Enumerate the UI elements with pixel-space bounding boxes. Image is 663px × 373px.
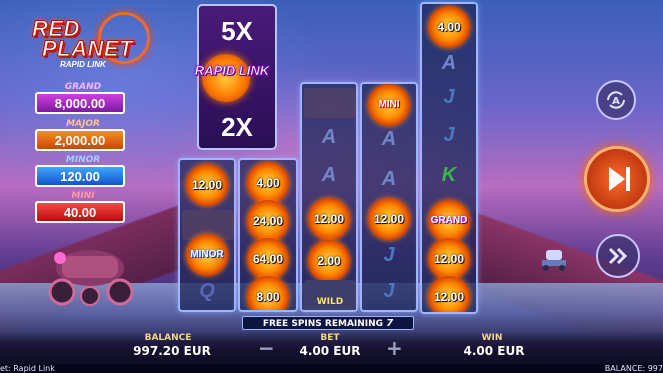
cash-orb: 64.00 bbox=[247, 238, 289, 280]
jackpot-major-label: MAJOR bbox=[66, 119, 100, 129]
cash-orb: 12.00 bbox=[428, 276, 470, 312]
jackpot-major-value: 2,000.00 bbox=[35, 129, 125, 151]
logo-line3: RAPID LINK bbox=[60, 60, 106, 69]
spin-button[interactable] bbox=[584, 146, 650, 212]
jackpot-mini-value: 40.00 bbox=[35, 201, 125, 223]
jackpot-minor-label: MINOR bbox=[65, 155, 101, 165]
rapid-link-orb bbox=[202, 54, 250, 102]
decrease-bet-button[interactable]: − bbox=[258, 336, 275, 360]
wild-symbol: WILD bbox=[304, 280, 356, 310]
free-spins-count: 7 bbox=[386, 318, 394, 329]
increase-bet-button[interactable]: + bbox=[386, 336, 403, 360]
free-spins-remaining-bar: FREE SPINS REMAINING 7 bbox=[242, 316, 414, 330]
cash-orb: 4.00 bbox=[247, 162, 289, 204]
minor-orb: MINOR bbox=[186, 234, 228, 276]
bet-label: BET bbox=[320, 333, 340, 343]
multiplier-bottom: 2X bbox=[221, 112, 253, 142]
logo-line2: PLANET bbox=[42, 36, 134, 62]
reel-4: MINI A A 12.00 J J bbox=[360, 82, 418, 312]
cash-orb: 2.00 bbox=[308, 240, 350, 282]
footer-strip bbox=[0, 364, 663, 373]
symbol-q: Q bbox=[199, 280, 215, 302]
game-logo: RED PLANET RAPID LINK bbox=[28, 12, 150, 74]
svg-text:A: A bbox=[612, 96, 620, 107]
bet-value: 4.00 EUR bbox=[299, 344, 361, 358]
free-spins-label: FREE SPINS REMAINING bbox=[262, 319, 384, 329]
win-label: WIN bbox=[481, 333, 503, 343]
symbol-j: J bbox=[443, 86, 455, 108]
rover-left-illustration bbox=[48, 250, 134, 306]
rapid-link-badge: RAPID LINK bbox=[188, 54, 276, 102]
play-skip-icon bbox=[609, 167, 630, 191]
symbol-a: A bbox=[321, 164, 337, 186]
symbol-j: J bbox=[443, 124, 455, 146]
reel-5: 4.00 A J J K GRAND 12.00 12.00 bbox=[420, 2, 478, 314]
reel-3: A A 12.00 2.00 WILD bbox=[300, 82, 358, 312]
multiplier-top: 5X bbox=[221, 16, 253, 46]
rover-right-illustration bbox=[542, 250, 566, 271]
jackpot-minor-value: 120.00 bbox=[35, 165, 125, 187]
reel-1: 12.00 MINOR Q bbox=[178, 158, 236, 312]
jackpot-mini-label: MINI bbox=[71, 191, 95, 201]
cash-orb: 8.00 bbox=[247, 276, 289, 310]
game-stage: RED PLANET RAPID LINK GRAND 8,000.00 MAJ… bbox=[0, 0, 663, 373]
jackpot-grand-label: GRAND bbox=[64, 82, 102, 92]
symbol-k: K bbox=[441, 164, 457, 186]
symbol-a: A bbox=[321, 126, 337, 148]
rapid-link-text: RAPID LINK bbox=[194, 63, 270, 78]
symbol-a: A bbox=[381, 168, 397, 190]
cash-orb: 12.00 bbox=[186, 164, 228, 206]
blank-tile bbox=[304, 88, 356, 118]
footer-game-name: et: Rapid Link bbox=[0, 364, 55, 373]
cash-orb: 24.00 bbox=[247, 200, 289, 242]
reel-2: 4.00 24.00 64.00 8.00 bbox=[238, 158, 298, 312]
symbol-j: J bbox=[383, 280, 395, 302]
win-value: 4.00 EUR bbox=[463, 344, 525, 358]
cash-orb: 4.00 bbox=[428, 6, 470, 48]
grand-orb: GRAND bbox=[428, 200, 470, 242]
footer-balance: BALANCE: 997 bbox=[604, 364, 663, 373]
cash-orb: 12.00 bbox=[308, 198, 350, 240]
cash-orb: 12.00 bbox=[368, 198, 410, 240]
fast-forward-icon bbox=[608, 247, 628, 265]
autoplay-button[interactable]: A bbox=[596, 80, 636, 120]
autoplay-icon: A bbox=[607, 91, 625, 109]
jackpot-grand-value: 8,000.00 bbox=[35, 92, 125, 114]
turbo-button[interactable] bbox=[596, 234, 640, 278]
symbol-a: A bbox=[441, 52, 457, 74]
mini-orb: MINI bbox=[368, 84, 410, 126]
balance-label: BALANCE bbox=[144, 333, 192, 343]
symbol-j: J bbox=[383, 244, 395, 266]
symbol-a: A bbox=[381, 128, 397, 150]
balance-value: 997.20 EUR bbox=[133, 344, 211, 358]
cash-orb: 12.00 bbox=[428, 238, 470, 280]
